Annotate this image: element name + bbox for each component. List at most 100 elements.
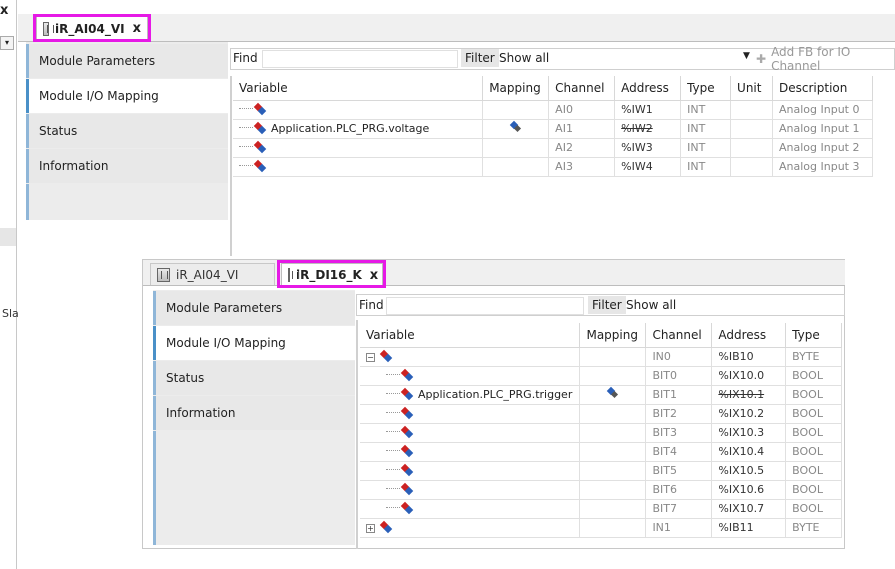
variable-cell[interactable] xyxy=(360,366,581,386)
address-cell: %IX10.1 xyxy=(711,385,787,405)
tree-line xyxy=(386,407,400,413)
address-cell: %IW1 xyxy=(614,100,682,120)
unit-cell[interactable] xyxy=(730,100,773,120)
highlight-box xyxy=(277,260,386,288)
table-row[interactable]: AI3 %IW4 INT Analog Input 3 xyxy=(233,157,873,177)
table-row[interactable]: BIT6 %IX10.6 BOOL xyxy=(360,480,842,500)
col-channel[interactable]: Channel xyxy=(548,76,616,101)
address-cell: %IX10.7 xyxy=(711,499,787,519)
mapping-icon xyxy=(606,388,620,398)
nav-information[interactable]: Information xyxy=(153,396,355,430)
address-cell: %IX10.3 xyxy=(711,423,787,443)
nav-module-io-mapping[interactable]: Module I/O Mapping xyxy=(26,79,230,113)
table-row[interactable]: AI0 %IW1 INT Analog Input 0 xyxy=(233,100,873,120)
channel-cell: BIT3 xyxy=(645,423,713,443)
col-address[interactable]: Address xyxy=(614,76,682,101)
table-row[interactable]: AI2 %IW3 INT Analog Input 2 xyxy=(233,138,873,158)
description-cell[interactable]: Analog Input 3 xyxy=(772,157,873,177)
description-cell[interactable]: Analog Input 1 xyxy=(772,119,873,139)
variable-icon xyxy=(402,484,412,494)
nav-label: Status xyxy=(166,371,205,385)
description-cell[interactable]: Analog Input 0 xyxy=(772,100,873,120)
table-row[interactable]: BIT2 %IX10.2 BOOL xyxy=(360,404,842,424)
variable-cell[interactable] xyxy=(360,442,581,462)
col-description[interactable]: Description xyxy=(772,76,873,101)
table-row[interactable]: BIT3 %IX10.3 BOOL xyxy=(360,423,842,443)
type-cell: BOOL xyxy=(785,423,842,443)
col-channel[interactable]: Channel xyxy=(645,323,713,348)
description-cell[interactable]: Analog Input 2 xyxy=(772,138,873,158)
col-type[interactable]: Type xyxy=(785,323,842,348)
nav-module-parameters[interactable]: Module Parameters xyxy=(153,291,355,325)
type-cell: BOOL xyxy=(785,366,842,386)
table-row[interactable]: BIT7 %IX10.7 BOOL xyxy=(360,499,842,519)
address-cell: %IW2 xyxy=(614,119,682,139)
channel-cell: BIT6 xyxy=(645,480,713,500)
table-row[interactable]: Application.PLC_PRG.voltage AI1 %IW2 INT Ana… xyxy=(233,119,873,139)
add-fb-label: Add FB for IO Channel xyxy=(771,45,851,73)
find-input[interactable] xyxy=(262,50,458,68)
filter-select[interactable]: Show all xyxy=(499,51,549,65)
nav-status[interactable]: Status xyxy=(26,114,228,148)
table-row[interactable]: − IN0 %IB10 BYTE xyxy=(360,347,842,367)
channel-cell: IN1 xyxy=(645,518,713,538)
mapping-cell xyxy=(579,423,647,443)
col-unit[interactable]: Unit xyxy=(730,76,773,101)
channel-cell: AI3 xyxy=(548,157,616,177)
collapse-icon[interactable]: − xyxy=(366,353,375,362)
tree-line xyxy=(386,369,400,375)
tab-ir-ai04-vi[interactable]: iR_AI04_VI xyxy=(150,263,275,285)
variable-cell[interactable] xyxy=(360,461,581,481)
col-mapping[interactable]: Mapping xyxy=(579,323,647,348)
col-mapping[interactable]: Mapping xyxy=(482,76,550,101)
variable-cell[interactable]: Application.PLC_PRG.voltage xyxy=(233,119,484,139)
mapping-cell xyxy=(482,119,550,139)
type-cell: BOOL xyxy=(785,385,842,405)
expand-icon[interactable]: + xyxy=(366,524,375,533)
tab-label: iR_AI04_VI xyxy=(176,267,239,282)
tree-line xyxy=(386,483,400,489)
variable-cell[interactable]: − xyxy=(360,347,581,367)
variable-cell[interactable] xyxy=(360,499,581,519)
col-variable[interactable]: Variable xyxy=(360,323,581,348)
divider xyxy=(356,320,358,549)
variable-cell[interactable]: + xyxy=(360,518,581,538)
add-fb-button[interactable]: ✚ Add FB for IO Channel xyxy=(756,45,895,73)
table-row[interactable]: BIT4 %IX10.4 BOOL xyxy=(360,442,842,462)
filter-select[interactable]: Show all xyxy=(626,298,676,312)
table-row[interactable]: Application.PLC_PRG.trigger BIT1 %IX10.1 BO… xyxy=(360,385,842,405)
channel-cell: BIT4 xyxy=(645,442,713,462)
address-cell: %IW3 xyxy=(614,138,682,158)
variable-icon xyxy=(381,351,391,361)
channel-cell: AI0 xyxy=(548,100,616,120)
find-input[interactable] xyxy=(386,297,584,315)
close-icon[interactable]: x xyxy=(0,3,8,18)
variable-cell[interactable] xyxy=(360,480,581,500)
nav-module-io-mapping[interactable]: Module I/O Mapping xyxy=(153,326,357,360)
channel-cell: BIT7 xyxy=(645,499,713,519)
table-row[interactable]: BIT5 %IX10.5 BOOL xyxy=(360,461,842,481)
variable-cell[interactable] xyxy=(360,404,581,424)
variable-cell[interactable] xyxy=(233,157,484,177)
unit-cell[interactable] xyxy=(730,119,773,139)
col-address[interactable]: Address xyxy=(711,323,787,348)
col-variable[interactable]: Variable xyxy=(233,76,484,101)
variable-icon xyxy=(402,389,412,399)
variable-cell[interactable]: Application.PLC_PRG.trigger xyxy=(360,385,581,405)
table-row[interactable]: BIT0 %IX10.0 BOOL xyxy=(360,366,842,386)
mapping-cell xyxy=(482,100,550,120)
variable-cell[interactable] xyxy=(233,138,484,158)
variable-cell[interactable] xyxy=(360,423,581,443)
table-row[interactable]: + IN1 %IB11 BYTE xyxy=(360,518,842,538)
nav-information[interactable]: Information xyxy=(26,149,228,183)
chevron-down-icon[interactable]: ▾ xyxy=(0,36,14,50)
chevron-down-icon[interactable]: ▼ xyxy=(743,51,750,61)
unit-cell[interactable] xyxy=(730,157,773,177)
col-type[interactable]: Type xyxy=(680,76,732,101)
mapping-cell xyxy=(579,347,647,367)
unit-cell[interactable] xyxy=(730,138,773,158)
variable-icon xyxy=(381,522,391,532)
variable-cell[interactable] xyxy=(233,100,484,120)
nav-module-parameters[interactable]: Module Parameters xyxy=(26,44,228,78)
nav-status[interactable]: Status xyxy=(153,361,355,395)
